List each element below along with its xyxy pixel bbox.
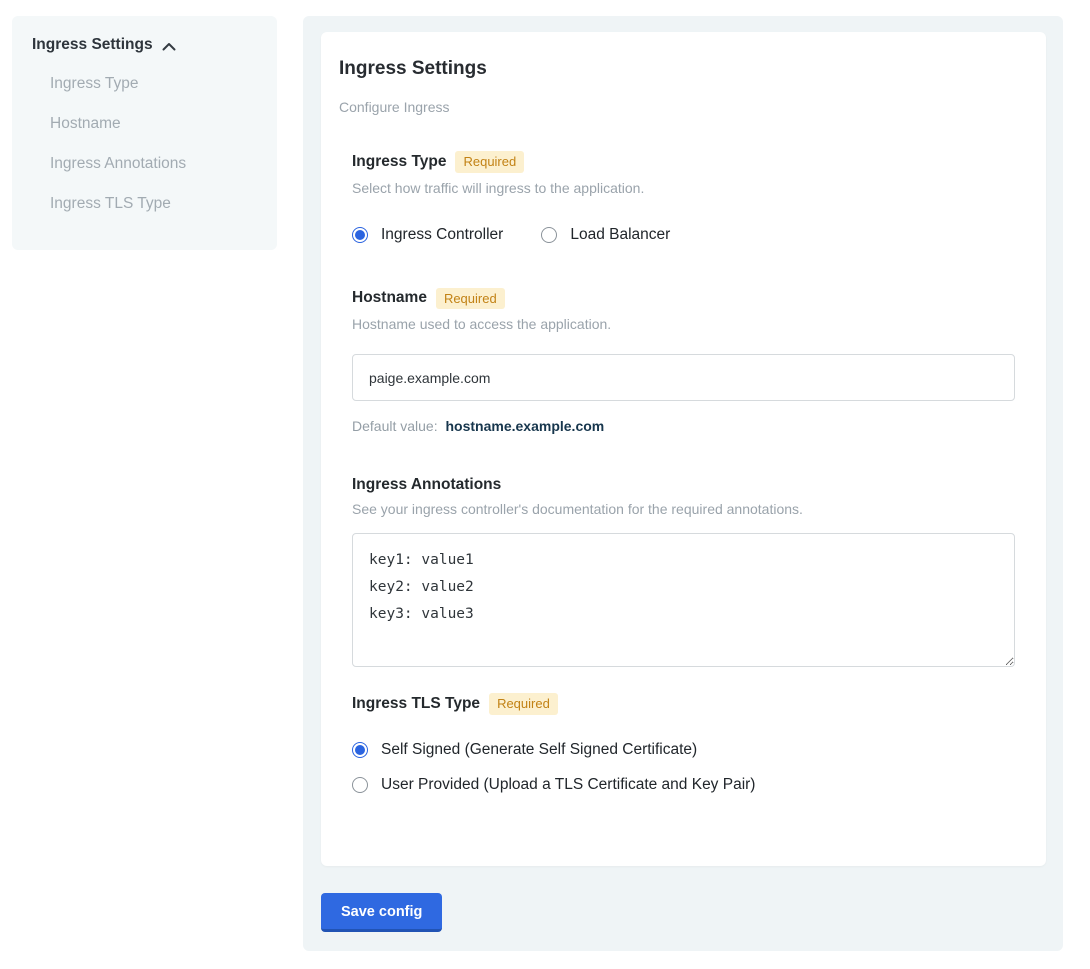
radio-user-provided[interactable]: User Provided (Upload a TLS Certificate …	[352, 776, 1015, 794]
radio-ingress-controller[interactable]: Ingress Controller	[352, 226, 503, 244]
sidebar-item-ingress-type[interactable]: Ingress Type	[32, 64, 261, 104]
tls-type-label: Ingress TLS Type	[352, 695, 480, 713]
hostname-default-line: Default value: hostname.example.com	[352, 418, 1015, 434]
radio-unselected-icon	[352, 777, 368, 793]
config-content-panel: Ingress Settings Configure Ingress Ingre…	[303, 16, 1063, 951]
radio-load-balancer[interactable]: Load Balancer	[541, 226, 670, 244]
radio-label: Ingress Controller	[381, 226, 503, 244]
group-ingress-annotations: Ingress Annotations See your ingress con…	[352, 476, 1015, 667]
chevron-up-icon	[162, 42, 176, 51]
sidebar-group-title: Ingress Settings	[32, 36, 153, 54]
hostname-input[interactable]	[352, 354, 1015, 401]
page: Ingress Settings Ingress Type Hostname I…	[0, 0, 1090, 951]
radio-self-signed[interactable]: Self Signed (Generate Self Signed Certif…	[352, 741, 1015, 759]
group-hostname-head: Hostname Required	[352, 288, 1015, 310]
config-nav-sidebar: Ingress Settings Ingress Type Hostname I…	[12, 16, 277, 250]
sidebar-group-ingress-settings[interactable]: Ingress Settings	[32, 36, 261, 54]
annotations-label: Ingress Annotations	[352, 476, 501, 494]
required-badge: Required	[436, 288, 505, 310]
save-config-button[interactable]: Save config	[321, 893, 442, 932]
radio-label: Self Signed (Generate Self Signed Certif…	[381, 741, 697, 759]
tls-type-options: Self Signed (Generate Self Signed Certif…	[352, 741, 1015, 794]
default-value-label: Default value:	[352, 418, 438, 434]
radio-unselected-icon	[541, 227, 557, 243]
annotations-textarea[interactable]: key1: value1 key2: value2 key3: value3	[352, 533, 1015, 667]
group-annotations-head: Ingress Annotations	[352, 476, 1015, 494]
radio-selected-icon	[352, 227, 368, 243]
annotations-help: See your ingress controller's documentat…	[352, 501, 1015, 517]
ingress-type-help: Select how traffic will ingress to the a…	[352, 180, 1015, 196]
group-tls-head: Ingress TLS Type Required	[352, 693, 1015, 715]
group-ingress-type-head: Ingress Type Required	[352, 151, 1015, 173]
hostname-label: Hostname	[352, 289, 427, 307]
required-badge: Required	[489, 693, 558, 715]
group-ingress-type: Ingress Type Required Select how traffic…	[352, 151, 1015, 244]
group-hostname: Hostname Required Hostname used to acces…	[352, 288, 1015, 435]
hostname-help: Hostname used to access the application.	[352, 316, 1015, 332]
ingress-type-label: Ingress Type	[352, 153, 446, 171]
group-ingress-tls-type: Ingress TLS Type Required Self Signed (G…	[352, 693, 1015, 794]
radio-label: User Provided (Upload a TLS Certificate …	[381, 776, 755, 794]
radio-selected-icon	[352, 742, 368, 758]
card-subtitle: Configure Ingress	[339, 99, 1028, 115]
default-value-text: hostname.example.com	[446, 418, 605, 434]
sidebar-item-ingress-tls-type[interactable]: Ingress TLS Type	[32, 184, 261, 224]
required-badge: Required	[455, 151, 524, 173]
ingress-type-options: Ingress Controller Load Balancer	[352, 226, 1015, 244]
card-title: Ingress Settings	[339, 58, 1028, 80]
sidebar-items: Ingress Type Hostname Ingress Annotation…	[32, 64, 261, 224]
ingress-settings-card: Ingress Settings Configure Ingress Ingre…	[321, 32, 1046, 866]
sidebar-item-hostname[interactable]: Hostname	[32, 104, 261, 144]
sidebar-item-ingress-annotations[interactable]: Ingress Annotations	[32, 144, 261, 184]
radio-label: Load Balancer	[570, 226, 670, 244]
config-form: Ingress Type Required Select how traffic…	[352, 151, 1015, 794]
